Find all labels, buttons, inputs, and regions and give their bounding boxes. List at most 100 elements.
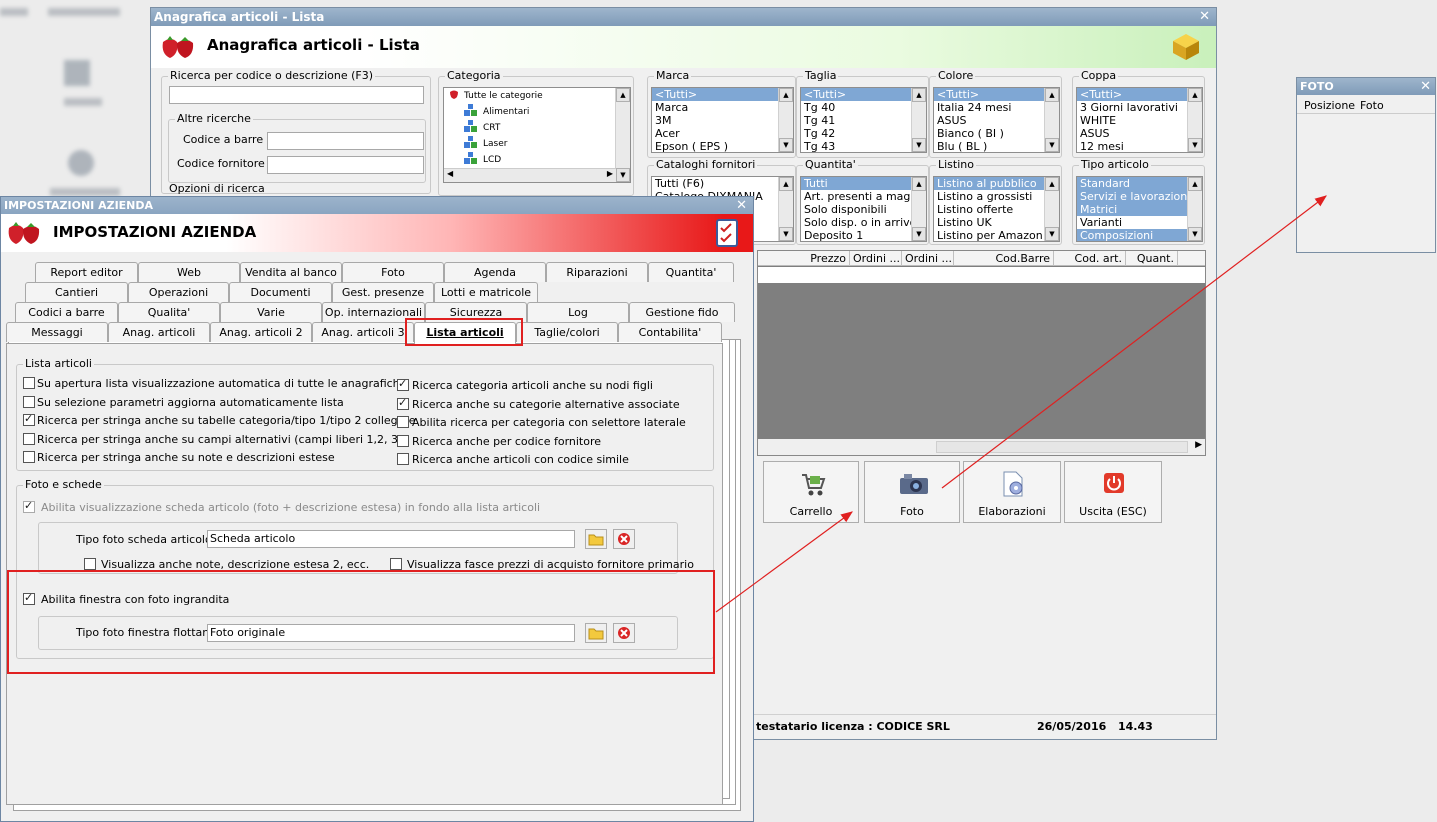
filter-item[interactable]: Tg 41 xyxy=(801,114,926,127)
filter-item[interactable]: Tutti (F6) xyxy=(652,177,793,190)
tab-qualita-[interactable]: Qualita' xyxy=(118,302,220,322)
filter-item[interactable]: 3 Giorni lavorativi xyxy=(1077,101,1202,114)
category-item[interactable]: LCD xyxy=(444,152,630,168)
filter-listbox[interactable]: ▲ ▼ Standard Servizi e lavorazioni Matrici Va… xyxy=(1076,176,1203,242)
grid-row[interactable] xyxy=(758,267,1205,283)
scrollbar[interactable]: ▲ ▼ xyxy=(911,177,926,241)
tab-operazioni[interactable]: Operazioni xyxy=(128,282,229,302)
tab-gest-presenze[interactable]: Gest. presenze xyxy=(332,282,434,302)
filter-item[interactable]: <Tutti> xyxy=(934,88,1059,101)
articles-grid[interactable]: Prezzo Ordini ... Ordini ... Cod.Barre Cod. … xyxy=(757,250,1206,456)
tab-documenti[interactable]: Documenti xyxy=(229,282,332,302)
visualizza-fasce-checkbox[interactable] xyxy=(390,558,402,570)
filter-item[interactable]: Solo disponibili xyxy=(801,203,926,216)
filter-item[interactable]: Listino a grossisti xyxy=(934,190,1059,203)
foto-button[interactable]: Foto xyxy=(864,461,960,523)
scrollbar[interactable]: ▲ ▼ xyxy=(1044,177,1059,241)
category-item[interactable]: Alimentari xyxy=(444,104,630,120)
tab-quantita-[interactable]: Quantita' xyxy=(648,262,734,282)
grid-column-header[interactable]: Cod. art. xyxy=(1054,251,1126,266)
filter-item[interactable]: Solo disp. o in arrivo xyxy=(801,216,926,229)
option-checkbox[interactable] xyxy=(397,453,409,465)
option-checkbox[interactable] xyxy=(23,432,35,445)
tab-vendita-al-banco[interactable]: Vendita al banco xyxy=(240,262,342,282)
scrollbar[interactable]: ▲ ▼ xyxy=(1044,88,1059,152)
scrollbar[interactable]: ▲ ▼ xyxy=(1187,88,1202,152)
option-checkbox[interactable] xyxy=(23,377,35,389)
tab-agenda[interactable]: Agenda xyxy=(444,262,546,282)
filter-item[interactable]: <Tutti> xyxy=(1077,88,1202,101)
filter-item[interactable]: Deposito 1 xyxy=(801,229,926,241)
checklist-icon[interactable] xyxy=(715,218,739,248)
filter-item[interactable]: Listino UK xyxy=(934,216,1059,229)
tab-riparazioni[interactable]: Riparazioni xyxy=(546,262,648,282)
grid-column-header[interactable]: Cod.Barre xyxy=(954,251,1054,266)
option-checkbox[interactable] xyxy=(397,396,409,410)
uscita-button[interactable]: Uscita (ESC) xyxy=(1064,461,1162,523)
scrollbar[interactable]: ▲ ▼ xyxy=(778,88,793,152)
category-item[interactable]: Tutte le categorie xyxy=(444,88,630,104)
filter-item[interactable]: Listino per Amazon xyxy=(934,229,1059,241)
tab-codici-a-barre[interactable]: Codici a barre xyxy=(15,302,118,322)
option-checkbox[interactable] xyxy=(397,416,409,428)
grid-column-header[interactable]: Ordini ... xyxy=(902,251,954,266)
column-posizione[interactable]: Posizione xyxy=(1304,99,1355,112)
close-icon[interactable]: ✕ xyxy=(736,197,747,214)
filter-item[interactable]: ASUS xyxy=(934,114,1059,127)
clear-button[interactable] xyxy=(613,529,635,549)
cube-icon[interactable] xyxy=(1171,32,1201,62)
search-input[interactable] xyxy=(169,86,424,104)
filter-item[interactable]: Italia 24 mesi xyxy=(934,101,1059,114)
filter-listbox[interactable]: ▲ ▼ <Tutti> Tg 40 Tg 41 Tg 42 Tg 43 xyxy=(800,87,927,153)
horizontal-scrollbar[interactable]: ◀ ▶ xyxy=(444,168,616,182)
option-checkbox[interactable] xyxy=(397,434,409,447)
browse-folder-button[interactable] xyxy=(585,529,607,549)
tab-anag-articoli[interactable]: Anag. articoli xyxy=(108,322,210,342)
option-checkbox[interactable] xyxy=(23,412,35,426)
filter-item[interactable]: Composizioni xyxy=(1077,229,1202,241)
tab-foto[interactable]: Foto xyxy=(342,262,444,282)
close-icon[interactable]: ✕ xyxy=(1199,8,1210,26)
tab-lista-articoli[interactable]: Lista articoli xyxy=(414,322,516,344)
categoria-tree[interactable]: ▲ ▼ Tutte le categorie Alimentari CRT Laser L… xyxy=(443,87,631,183)
tab-web[interactable]: Web xyxy=(138,262,240,282)
main-window-titlebar[interactable]: Anagrafica articoli - Lista ✕ xyxy=(151,8,1216,26)
category-item[interactable]: CRT xyxy=(444,120,630,136)
filter-item[interactable]: Servizi e lavorazioni xyxy=(1077,190,1202,203)
tab-anag-articoli-2[interactable]: Anag. articoli 2 xyxy=(210,322,312,342)
tab-report-editor[interactable]: Report editor xyxy=(35,262,138,282)
filter-item[interactable]: Acer xyxy=(652,127,793,140)
filter-item[interactable]: Tg 40 xyxy=(801,101,926,114)
filter-item[interactable]: Blu ( BL ) xyxy=(934,140,1059,152)
filter-item[interactable]: Marca xyxy=(652,101,793,114)
scrollbar[interactable]: ▲ ▼ xyxy=(911,88,926,152)
tipo-foto-scheda-input[interactable]: Scheda articolo xyxy=(207,530,575,548)
abilita-scheda-checkbox[interactable] xyxy=(23,499,35,513)
grid-column-header[interactable]: Ordini ... xyxy=(850,251,902,266)
grid-column-header[interactable]: Quant. xyxy=(1126,251,1178,266)
barcode-input[interactable] xyxy=(267,132,424,150)
filter-item[interactable]: <Tutti> xyxy=(652,88,793,101)
option-checkbox[interactable] xyxy=(23,395,35,408)
visualizza-note-checkbox[interactable] xyxy=(84,558,96,570)
tab-messaggi[interactable]: Messaggi xyxy=(6,322,108,342)
tab-log[interactable]: Log xyxy=(527,302,629,322)
carrello-button[interactable]: Carrello xyxy=(763,461,859,523)
filter-listbox[interactable]: ▲ ▼ <Tutti> 3 Giorni lavorativi WHITE ASUS 12 … xyxy=(1076,87,1203,153)
filter-item[interactable]: Tg 43 xyxy=(801,140,926,152)
filter-item[interactable]: Standard xyxy=(1077,177,1202,190)
scrollbar[interactable]: ▲ ▼ xyxy=(778,177,793,241)
filter-item[interactable]: Tutti xyxy=(801,177,926,190)
elaborazioni-button[interactable]: Elaborazioni xyxy=(963,461,1061,523)
scrollbar[interactable]: ▲ ▼ xyxy=(615,88,630,182)
filter-item[interactable]: Matrici xyxy=(1077,203,1202,216)
filter-item[interactable]: WHITE xyxy=(1077,114,1202,127)
filter-item[interactable]: Listino al pubblico xyxy=(934,177,1059,190)
filter-item[interactable]: ASUS xyxy=(1077,127,1202,140)
tab-contabilita-[interactable]: Contabilita' xyxy=(618,322,722,342)
filter-item[interactable]: Varianti xyxy=(1077,216,1202,229)
column-foto[interactable]: Foto xyxy=(1360,99,1384,112)
grid-column-header[interactable]: Prezzo xyxy=(764,251,850,266)
filter-item[interactable]: Art. presenti a magazzino xyxy=(801,190,926,203)
option-checkbox[interactable] xyxy=(397,377,409,391)
